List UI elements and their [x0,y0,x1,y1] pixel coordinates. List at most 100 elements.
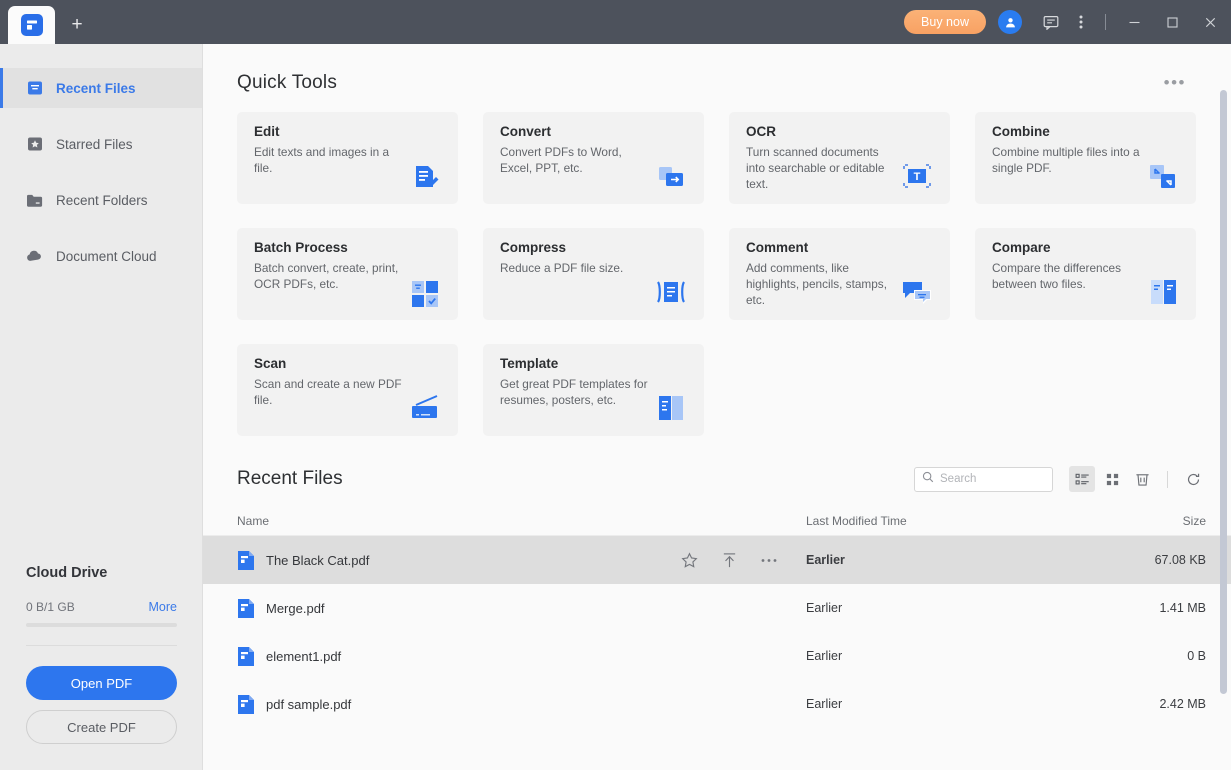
sidebar-item-label: Recent Files [56,81,136,96]
pdf-file-icon [237,694,255,715]
toolbar-divider [1167,471,1168,488]
sidebar-item-document-cloud[interactable]: Document Cloud [0,236,202,276]
recent-files-toolbar [914,466,1206,492]
sidebar-item-label: Recent Folders [56,193,148,208]
tool-card-compress[interactable]: Compress Reduce a PDF file size. [483,228,704,320]
tool-card-comment[interactable]: Comment Add comments, like highlights, p… [729,228,950,320]
star-icon[interactable] [680,551,698,569]
table-row[interactable]: Merge.pdf Earlier 1.41 MB [203,584,1231,632]
tool-card-batch-process[interactable]: Batch Process Batch convert, create, pri… [237,228,458,320]
feedback-icon[interactable] [1036,7,1066,37]
scan-icon [408,391,442,425]
tool-name: Compress [500,240,690,255]
column-header-modified: Last Modified Time [806,514,1106,528]
app-logo-icon [21,14,43,36]
titlebar-controls: Buy now [904,0,1231,44]
pdf-file-icon [237,550,255,571]
file-name: The Black Cat.pdf [266,553,369,568]
cloud-more-link[interactable]: More [149,600,177,614]
pdf-file-icon [237,646,255,667]
tool-desc: Convert PDFs to Word, Excel, PPT, etc. [500,144,650,176]
row-actions [680,551,778,569]
comment-icon [900,275,934,309]
cloud-drive-panel: Cloud Drive 0 B/1 GB More Open PDF Creat… [0,565,203,770]
file-name-cell: Merge.pdf [237,598,806,619]
edit-icon [408,159,442,193]
list-view-icon[interactable] [1069,466,1095,492]
new-tab-button[interactable]: + [55,6,99,44]
file-modified: Earlier [806,649,1106,663]
file-size: 2.42 MB [1106,697,1206,711]
table-row[interactable]: element1.pdf Earlier 0 B [203,632,1231,680]
search-box[interactable] [914,467,1053,492]
sidebar-item-recent-folders[interactable]: Recent Folders [0,180,202,220]
minimize-button[interactable] [1115,0,1153,44]
tool-card-compare[interactable]: Compare Compare the differences between … [975,228,1196,320]
sidebar: Recent Files Starred Files Recent Folder… [0,44,203,770]
tool-desc: Turn scanned documents into searchable o… [746,144,896,192]
file-name-cell: element1.pdf [237,646,806,667]
grid-view-icon[interactable] [1099,466,1125,492]
tool-desc: Reduce a PDF file size. [500,260,650,276]
ellipsis-icon[interactable]: ••• [1164,73,1211,93]
open-pdf-button[interactable]: Open PDF [26,666,177,700]
tab-document-home[interactable] [8,6,55,44]
tool-card-template[interactable]: Template Get great PDF templates for res… [483,344,704,436]
tool-name: Scan [254,356,444,371]
titlebar-divider [1105,14,1106,30]
column-header-size: Size [1106,514,1206,528]
create-pdf-button[interactable]: Create PDF [26,710,177,744]
maximize-button[interactable] [1153,0,1191,44]
trash-icon[interactable] [1129,466,1155,492]
account-avatar-icon[interactable] [998,10,1022,34]
more-icon[interactable] [760,551,778,569]
search-icon [922,470,934,488]
tool-desc: Get great PDF templates for resumes, pos… [500,376,650,408]
tool-card-scan[interactable]: Scan Scan and create a new PDF file. [237,344,458,436]
main-content: Quick Tools ••• Edit Edit texts and imag… [203,44,1231,770]
cloud-usage-text: 0 B/1 GB [26,600,75,614]
sidebar-divider [26,645,177,646]
tool-name: Combine [992,124,1182,139]
tool-desc: Batch convert, create, print, OCR PDFs, … [254,260,404,292]
search-input[interactable] [940,473,1045,485]
tool-name: OCR [746,124,936,139]
tab-strip: + [0,0,99,44]
kebab-menu-icon[interactable] [1066,7,1096,37]
file-modified: Earlier [806,601,1106,615]
tool-name: Edit [254,124,444,139]
buy-now-button[interactable]: Buy now [904,10,986,34]
tool-name: Comment [746,240,936,255]
tool-desc: Edit texts and images in a file. [254,144,404,176]
cloud-usage-row: 0 B/1 GB More [26,600,177,614]
sidebar-item-recent-files[interactable]: Recent Files [0,68,202,108]
file-size: 67.08 KB [1106,553,1206,567]
folder-icon [26,192,43,209]
sidebar-item-starred-files[interactable]: Starred Files [0,124,202,164]
quick-tools-grid: Edit Edit texts and images in a file. Co… [203,94,1231,436]
tool-card-combine[interactable]: Combine Combine multiple files into a si… [975,112,1196,204]
table-row[interactable]: The Black Cat.pdf Earlier 67.08 KB [203,536,1231,584]
close-button[interactable] [1191,0,1229,44]
file-name: pdf sample.pdf [266,697,351,712]
column-header-name: Name [237,514,806,528]
cloud-drive-title: Cloud Drive [26,565,177,581]
sidebar-item-label: Document Cloud [56,249,157,264]
compress-icon [654,275,688,309]
recent-files-icon [26,80,43,97]
tool-desc: Add comments, like highlights, pencils, … [746,260,896,308]
tool-card-edit[interactable]: Edit Edit texts and images in a file. [237,112,458,204]
tool-name: Batch Process [254,240,444,255]
ocr-icon: T [900,159,934,193]
refresh-icon[interactable] [1180,466,1206,492]
tool-card-ocr[interactable]: OCR Turn scanned documents into searchab… [729,112,950,204]
batch-process-icon [408,275,442,309]
file-name-cell: The Black Cat.pdf [237,550,680,571]
table-row[interactable]: pdf sample.pdf Earlier 2.42 MB [203,680,1231,728]
main-scrollbar[interactable] [1220,90,1227,694]
upload-icon[interactable] [720,551,738,569]
file-name: element1.pdf [266,649,341,664]
tool-card-convert[interactable]: Convert Convert PDFs to Word, Excel, PPT… [483,112,704,204]
sidebar-nav: Recent Files Starred Files Recent Folder… [0,44,202,276]
tool-name: Convert [500,124,690,139]
